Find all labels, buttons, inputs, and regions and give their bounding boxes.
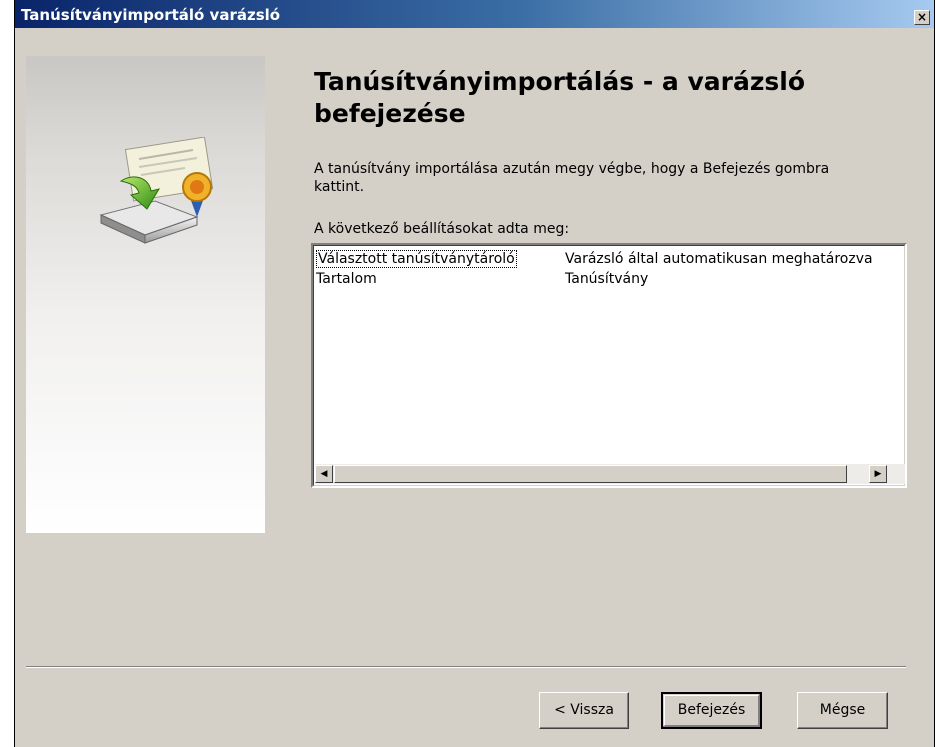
finish-button[interactable]: Befejezés [661, 692, 762, 729]
setting-name: Választott tanúsítványtároló [316, 250, 517, 268]
scroll-left-button[interactable]: ◀ [315, 465, 333, 483]
back-button[interactable]: < Vissza [539, 692, 629, 729]
title-bar[interactable]: Tanúsítványimportáló varázsló [15, 0, 934, 28]
wizard-side-panel [26, 56, 265, 533]
scroll-thumb[interactable] [334, 465, 847, 483]
setting-value: Varázsló által automatikusan meghatározv… [565, 251, 873, 267]
setting-name: Tartalom [316, 271, 377, 287]
settings-list[interactable]: Választott tanúsítványtároló Varázsló ál… [311, 243, 907, 488]
horizontal-scrollbar[interactable]: ◀ ▶ [315, 464, 905, 484]
button-separator [26, 666, 906, 668]
cancel-button[interactable]: Mégse [797, 692, 888, 729]
scroll-right-button[interactable]: ▶ [869, 465, 887, 483]
scroll-right-icon: ▶ [874, 469, 882, 479]
setting-value: Tanúsítvány [565, 271, 649, 287]
certificate-import-icon [99, 137, 214, 244]
page-title: Tanúsítványimportálás - a varázsló befej… [314, 67, 806, 128]
settings-label: A következő beállításokat adta meg: [314, 221, 570, 237]
close-button[interactable]: × [914, 10, 930, 25]
window-title: Tanúsítványimportáló varázsló [21, 6, 281, 24]
description-text: A tanúsítvány importálása azután megy vé… [314, 161, 830, 195]
scroll-left-icon: ◀ [320, 469, 328, 479]
close-icon: × [916, 10, 928, 24]
